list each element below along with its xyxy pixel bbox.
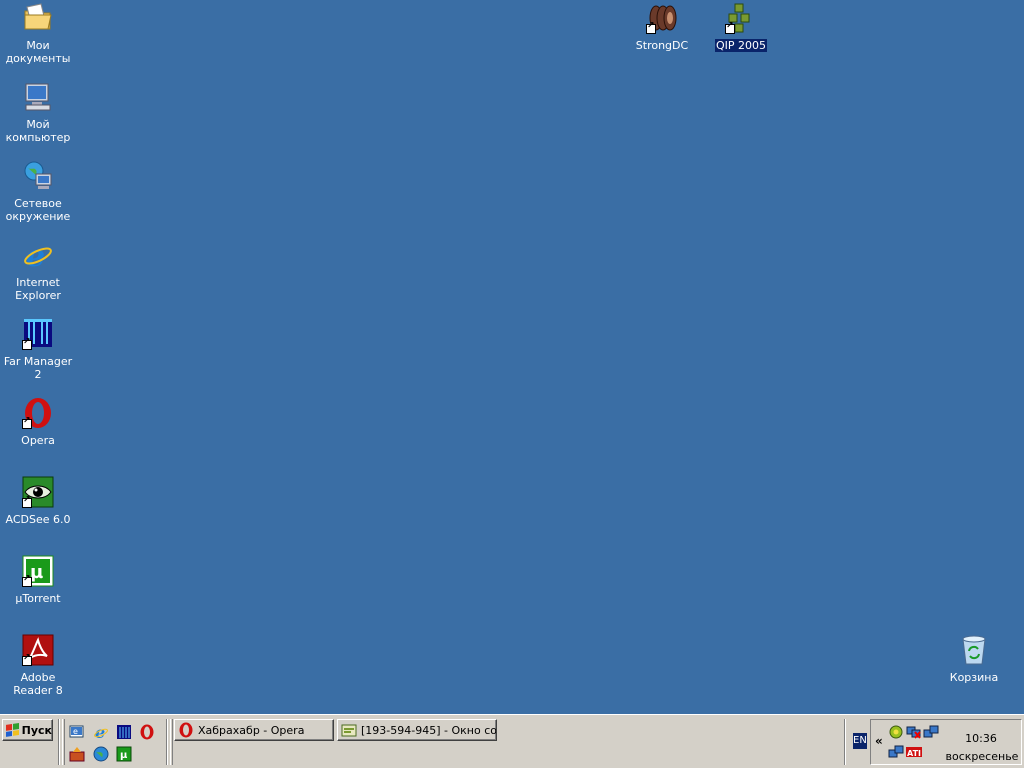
- shortcut-arrow-icon: [725, 21, 735, 34]
- shortcut-arrow-icon: [22, 495, 32, 508]
- desktop-icon-adobe-reader[interactable]: Adobe Reader 8: [0, 634, 76, 697]
- utorrent-icon: µ: [116, 746, 132, 762]
- desktop-icon-label: Adobe Reader 8: [13, 671, 63, 697]
- svg-text:e: e: [73, 727, 78, 736]
- task-label: [193-594-945] - Окно со...: [361, 723, 497, 737]
- qip-icon: [725, 2, 757, 34]
- quicklaunch-utorrent[interactable]: µ: [115, 745, 133, 763]
- clock-time[interactable]: 10:36: [951, 732, 1011, 745]
- network-icon[interactable]: [888, 744, 904, 760]
- shortcut-arrow-icon: [22, 337, 32, 350]
- desktop-icon-label: Мои документы: [5, 39, 71, 65]
- divider: [166, 719, 168, 765]
- task-button-opera[interactable]: Хабрахабр - Opera: [174, 719, 334, 741]
- far-manager-icon: [22, 318, 54, 350]
- network-globe-icon: [22, 160, 54, 192]
- internet-explorer-icon: e: [94, 724, 108, 740]
- ati-icon[interactable]: ATI: [906, 744, 922, 760]
- svg-text:e: e: [95, 724, 105, 740]
- desktop-icon-far-manager[interactable]: Far Manager 2: [0, 318, 76, 381]
- start-label: Пуск: [21, 723, 52, 737]
- svg-text:ATI: ATI: [907, 749, 921, 758]
- qip-status-icon[interactable]: [888, 724, 904, 740]
- divider: [58, 719, 60, 765]
- desktop-icon-my-documents[interactable]: Мои документы: [0, 2, 76, 65]
- quicklaunch-far-manager[interactable]: [115, 723, 133, 741]
- desktop-icon-internet-explorer[interactable]: e Internet Explorer: [0, 239, 76, 302]
- desktop-icon-label: Корзина: [949, 671, 999, 684]
- system-tray: « ATI 10:36 воскресенье: [870, 719, 1022, 765]
- opera-icon: [22, 397, 54, 429]
- desktop-icon-label: StrongDC: [635, 39, 689, 52]
- shortcut-arrow-icon: [22, 574, 32, 587]
- clock-day: воскресенье: [945, 750, 1019, 763]
- desktop-icon-qip[interactable]: QIP 2005: [703, 2, 779, 52]
- desktop-icon-strongdc[interactable]: StrongDC: [624, 2, 700, 52]
- internet-explorer-icon: e: [22, 239, 54, 274]
- svg-text:µ: µ: [120, 750, 128, 761]
- chat-window-icon: [341, 724, 357, 737]
- desktop-icon-network[interactable]: Сетевое окружение: [0, 160, 76, 223]
- show-desktop-icon: e: [69, 725, 84, 738]
- network-disconnected-icon[interactable]: [906, 724, 922, 740]
- desktop-icon-label: Internet Explorer: [15, 276, 61, 302]
- toolbar-grip[interactable]: [170, 719, 173, 765]
- quicklaunch-show-desktop[interactable]: e: [68, 723, 86, 741]
- windows-logo-icon: [6, 723, 19, 737]
- firewall-icon: [69, 747, 85, 762]
- far-manager-icon: [117, 725, 131, 739]
- shortcut-arrow-icon: [22, 416, 32, 429]
- divider: [844, 719, 846, 765]
- desktop-icon-recycle-bin[interactable]: Корзина: [936, 634, 1012, 684]
- task-label: Хабрахабр - Opera: [198, 723, 305, 737]
- acdsee-eye-icon: [22, 476, 54, 508]
- quicklaunch-opera[interactable]: [138, 723, 156, 741]
- utorrent-icon: µ: [22, 555, 54, 587]
- language-indicator[interactable]: EN: [853, 733, 867, 749]
- quicklaunch-internet-explorer[interactable]: e: [92, 723, 110, 741]
- strongdc-icon: [646, 2, 678, 34]
- folder-icon: [22, 2, 54, 34]
- toolbar-grip[interactable]: [62, 719, 65, 765]
- recycle-bin-icon: [958, 634, 990, 666]
- quicklaunch-app[interactable]: [68, 745, 86, 763]
- desktop-icon-label: Opera: [21, 434, 55, 447]
- computer-icon: [22, 81, 54, 113]
- start-button[interactable]: Пуск: [2, 719, 53, 741]
- globe-icon: [93, 746, 109, 762]
- shortcut-arrow-icon: [646, 21, 656, 34]
- shortcut-arrow-icon: [22, 653, 32, 666]
- quicklaunch-network[interactable]: [92, 745, 110, 763]
- desktop-icon-opera[interactable]: Opera: [0, 397, 76, 447]
- task-button-qip-chat[interactable]: [193-594-945] - Окно со...: [337, 719, 497, 741]
- adobe-reader-icon: [22, 634, 54, 666]
- taskbar: Пуск e e µ Хабрахабр - Opera [193-594-94…: [0, 714, 1024, 768]
- opera-icon: [179, 722, 193, 738]
- opera-icon: [140, 724, 154, 740]
- desktop-icon-label: Far Manager 2: [3, 355, 73, 381]
- desktop-icon-my-computer[interactable]: Мой компьютер: [0, 81, 76, 144]
- desktop-icon-label: Сетевое окружение: [5, 197, 71, 223]
- network-icon[interactable]: [923, 724, 939, 740]
- desktop-icon-label: µTorrent: [15, 592, 61, 605]
- desktop-icon-utorrent[interactable]: µ µTorrent: [0, 555, 76, 605]
- desktop-icon-acdsee[interactable]: ACDSee 6.0: [0, 476, 76, 526]
- desktop-icon-label: Мой компьютер: [5, 118, 71, 144]
- tray-expand-button[interactable]: «: [875, 734, 883, 748]
- desktop-icon-label: ACDSee 6.0: [5, 513, 71, 526]
- desktop-icon-label: QIP 2005: [714, 39, 768, 52]
